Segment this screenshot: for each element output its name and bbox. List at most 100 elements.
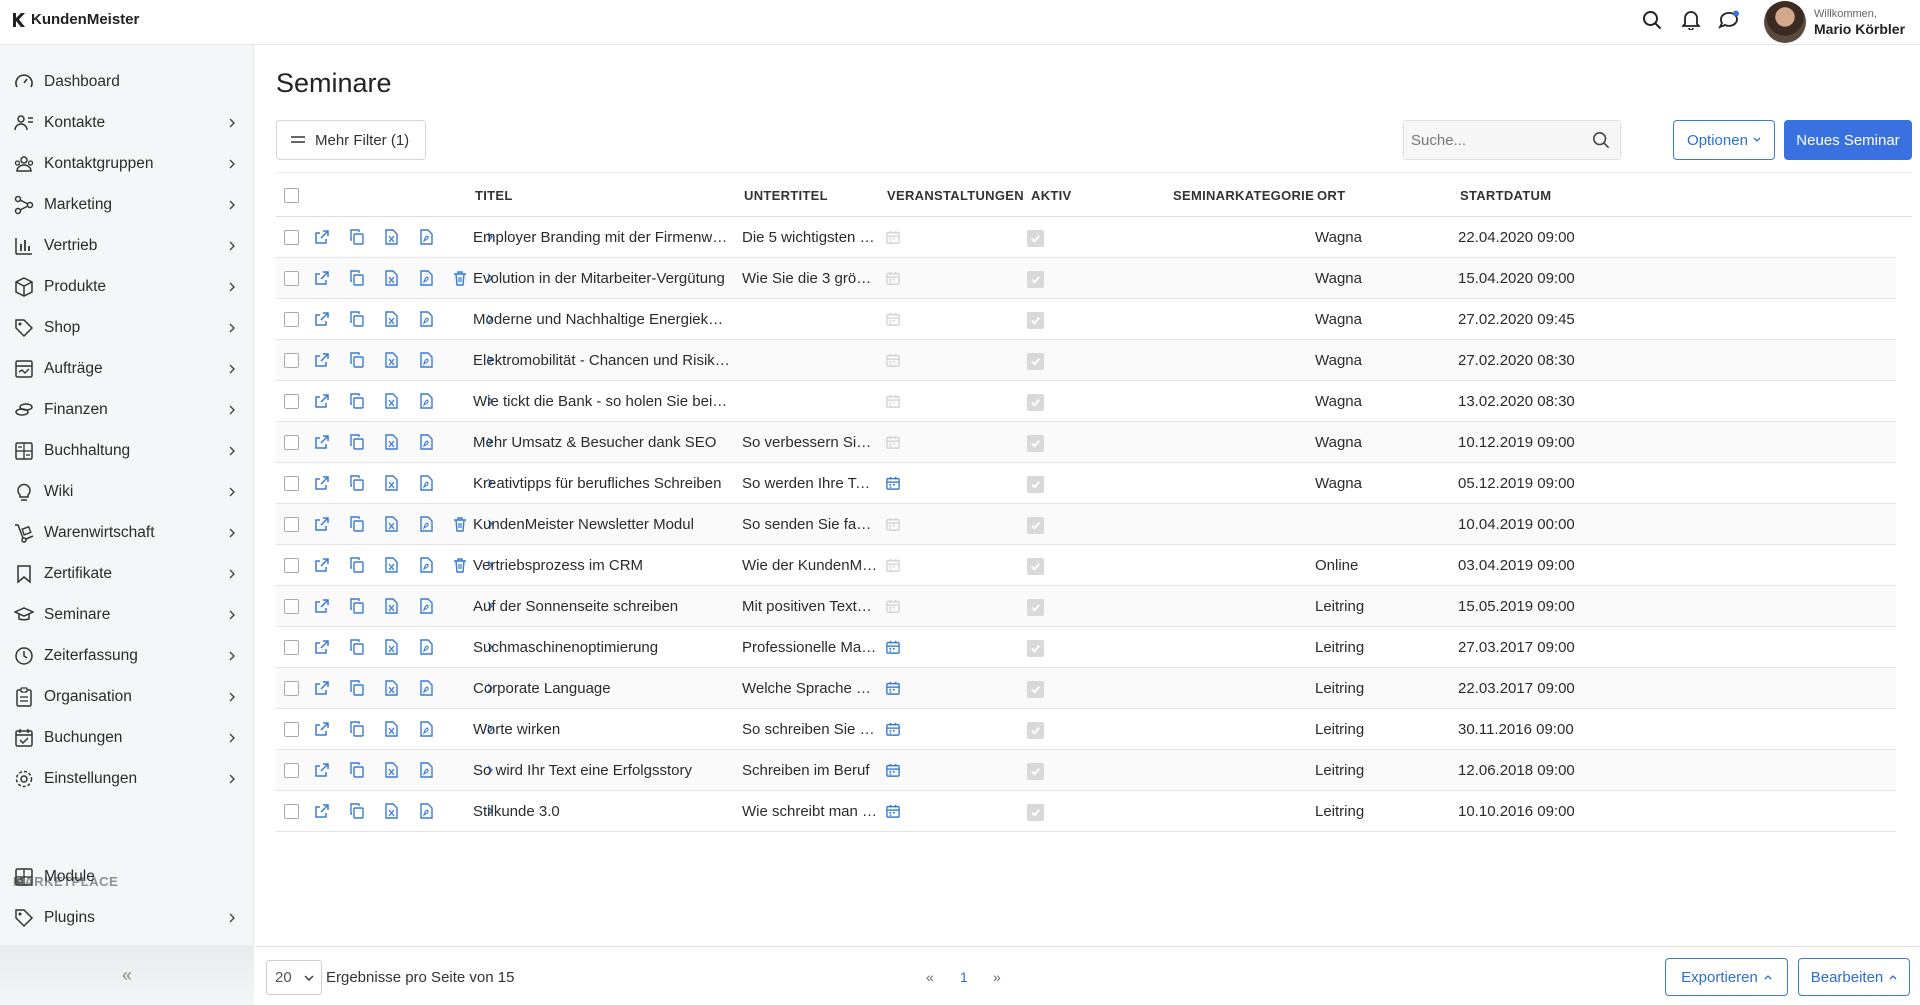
sidebar-item-finanzen[interactable]: Finanzen: [0, 392, 254, 428]
copy-icon[interactable]: [349, 680, 365, 696]
export-button[interactable]: Exportieren: [1665, 958, 1788, 996]
cell-titel[interactable]: Employer Branding mit der Firmenwebsite: [473, 229, 731, 246]
column-header-titel[interactable]: TITEL: [475, 188, 513, 203]
copy-icon[interactable]: [349, 557, 365, 573]
open-external-icon[interactable]: [314, 762, 330, 778]
pdf-export-icon[interactable]: [418, 762, 434, 778]
sidebar-item-plugins[interactable]: Plugins: [0, 900, 254, 936]
excel-export-icon[interactable]: [383, 311, 399, 327]
table-row[interactable]: So wird Ihr Text eine Erfolgsstory Schrei…: [276, 750, 1896, 791]
copy-icon[interactable]: [349, 475, 365, 491]
row-checkbox[interactable]: [284, 271, 299, 286]
table-row[interactable]: Corporate Language Welche Sprache passt z…: [276, 668, 1896, 709]
cell-titel[interactable]: Suchmaschinenoptimierung: [473, 639, 731, 656]
calendar-icon[interactable]: [886, 230, 902, 246]
open-external-icon[interactable]: [314, 721, 330, 737]
calendar-icon[interactable]: [886, 763, 902, 779]
sidebar-item-produkte[interactable]: Produkte: [0, 269, 254, 305]
excel-export-icon[interactable]: [383, 639, 399, 655]
copy-icon[interactable]: [349, 598, 365, 614]
open-external-icon[interactable]: [314, 393, 330, 409]
sidebar-item-aufträge[interactable]: Aufträge: [0, 351, 254, 387]
calendar-icon[interactable]: [886, 681, 902, 697]
table-row[interactable]: Wie tickt die Bank - so holen Sie bei Ih…: [276, 381, 1896, 422]
copy-icon[interactable]: [349, 311, 365, 327]
search-icon[interactable]: [1592, 131, 1610, 149]
excel-export-icon[interactable]: [383, 393, 399, 409]
pdf-export-icon[interactable]: [418, 639, 434, 655]
calendar-icon[interactable]: [886, 476, 902, 492]
table-row[interactable]: Elektromobilität - Chancen und Risiken f…: [276, 340, 1896, 381]
sidebar-item-organisation[interactable]: Organisation: [0, 679, 254, 715]
table-row[interactable]: Auf der Sonnenseite schreiben Mit positiv…: [276, 586, 1896, 627]
row-checkbox[interactable]: [284, 722, 299, 737]
calendar-icon[interactable]: [886, 353, 902, 369]
copy-icon[interactable]: [349, 803, 365, 819]
open-external-icon[interactable]: [314, 311, 330, 327]
cell-titel[interactable]: So wird Ihr Text eine Erfolgsstory: [473, 762, 731, 779]
excel-export-icon[interactable]: [383, 434, 399, 450]
copy-icon[interactable]: [349, 721, 365, 737]
table-row[interactable]: Evolution in der Mitarbeiter-Vergütung Wi…: [276, 258, 1896, 299]
user-menu[interactable]: Willkommen, Mario Körbler: [1764, 0, 1905, 44]
pdf-export-icon[interactable]: [418, 475, 434, 491]
copy-icon[interactable]: [349, 639, 365, 655]
cell-titel[interactable]: Mehr Umsatz & Besucher dank SEO: [473, 434, 731, 451]
copy-icon[interactable]: [349, 229, 365, 245]
options-button[interactable]: Optionen: [1673, 120, 1775, 160]
table-row[interactable]: Employer Branding mit der Firmenwebsite D…: [276, 217, 1896, 258]
cell-titel[interactable]: KundenMeister Newsletter Modul: [473, 516, 731, 533]
delete-icon[interactable]: [452, 270, 468, 286]
cell-titel[interactable]: Kreativtipps für berufliches Schreiben: [473, 475, 731, 492]
pagination-next[interactable]: »: [993, 969, 1001, 985]
more-filter-button[interactable]: Mehr Filter (1): [276, 120, 426, 160]
table-row[interactable]: KundenMeister Newsletter Modul So senden …: [276, 504, 1896, 545]
sidebar-item-zeiterfassung[interactable]: Zeiterfassung: [0, 638, 254, 674]
column-header-startdatum[interactable]: STARTDATUM: [1460, 188, 1551, 203]
excel-export-icon[interactable]: [383, 516, 399, 532]
pdf-export-icon[interactable]: [418, 352, 434, 368]
row-checkbox[interactable]: [284, 599, 299, 614]
pdf-export-icon[interactable]: [418, 721, 434, 737]
cell-titel[interactable]: Auf der Sonnenseite schreiben: [473, 598, 731, 615]
copy-icon[interactable]: [349, 352, 365, 368]
calendar-icon[interactable]: [886, 435, 902, 451]
excel-export-icon[interactable]: [383, 270, 399, 286]
pdf-export-icon[interactable]: [418, 311, 434, 327]
app-logo[interactable]: KundenMeister: [12, 11, 139, 28]
pdf-export-icon[interactable]: [418, 598, 434, 614]
open-external-icon[interactable]: [314, 598, 330, 614]
pagination-page-1[interactable]: 1: [960, 969, 968, 985]
row-checkbox[interactable]: [284, 435, 299, 450]
column-header-ort[interactable]: ORT: [1317, 188, 1345, 203]
delete-icon[interactable]: [452, 516, 468, 532]
bell-icon[interactable]: [1679, 8, 1703, 32]
column-header-veranstaltungen[interactable]: VERANSTALTUNGEN: [887, 188, 1024, 203]
cell-titel[interactable]: Elektromobilität - Chancen und Risiken f…: [473, 352, 731, 369]
copy-icon[interactable]: [349, 762, 365, 778]
copy-icon[interactable]: [349, 393, 365, 409]
sidebar-item-buchungen[interactable]: Buchungen: [0, 720, 254, 756]
row-checkbox[interactable]: [284, 312, 299, 327]
sidebar-item-wiki[interactable]: Wiki: [0, 474, 254, 510]
open-external-icon[interactable]: [314, 434, 330, 450]
open-external-icon[interactable]: [314, 680, 330, 696]
excel-export-icon[interactable]: [383, 721, 399, 737]
sidebar-item-seminare[interactable]: Seminare: [0, 597, 254, 633]
column-header-seminarkategorie[interactable]: SEMINARKATEGORIE: [1173, 188, 1314, 203]
excel-export-icon[interactable]: [383, 680, 399, 696]
pdf-export-icon[interactable]: [418, 270, 434, 286]
row-checkbox[interactable]: [284, 763, 299, 778]
table-row[interactable]: Moderne und Nachhaltige Energiekonzepte …: [276, 299, 1896, 340]
open-external-icon[interactable]: [314, 516, 330, 532]
row-checkbox[interactable]: [284, 558, 299, 573]
sidebar-item-einstellungen[interactable]: Einstellungen: [0, 761, 254, 797]
table-row[interactable]: Stilkunde 3.0 Wie schreibt man im 21... Le…: [276, 791, 1896, 832]
calendar-icon[interactable]: [886, 599, 902, 615]
sidebar-item-marketing[interactable]: Marketing: [0, 187, 254, 223]
excel-export-icon[interactable]: [383, 762, 399, 778]
row-checkbox[interactable]: [284, 476, 299, 491]
table-row[interactable]: Kreativtipps für berufliches Schreiben So…: [276, 463, 1896, 504]
copy-icon[interactable]: [349, 270, 365, 286]
calendar-icon[interactable]: [886, 640, 902, 656]
